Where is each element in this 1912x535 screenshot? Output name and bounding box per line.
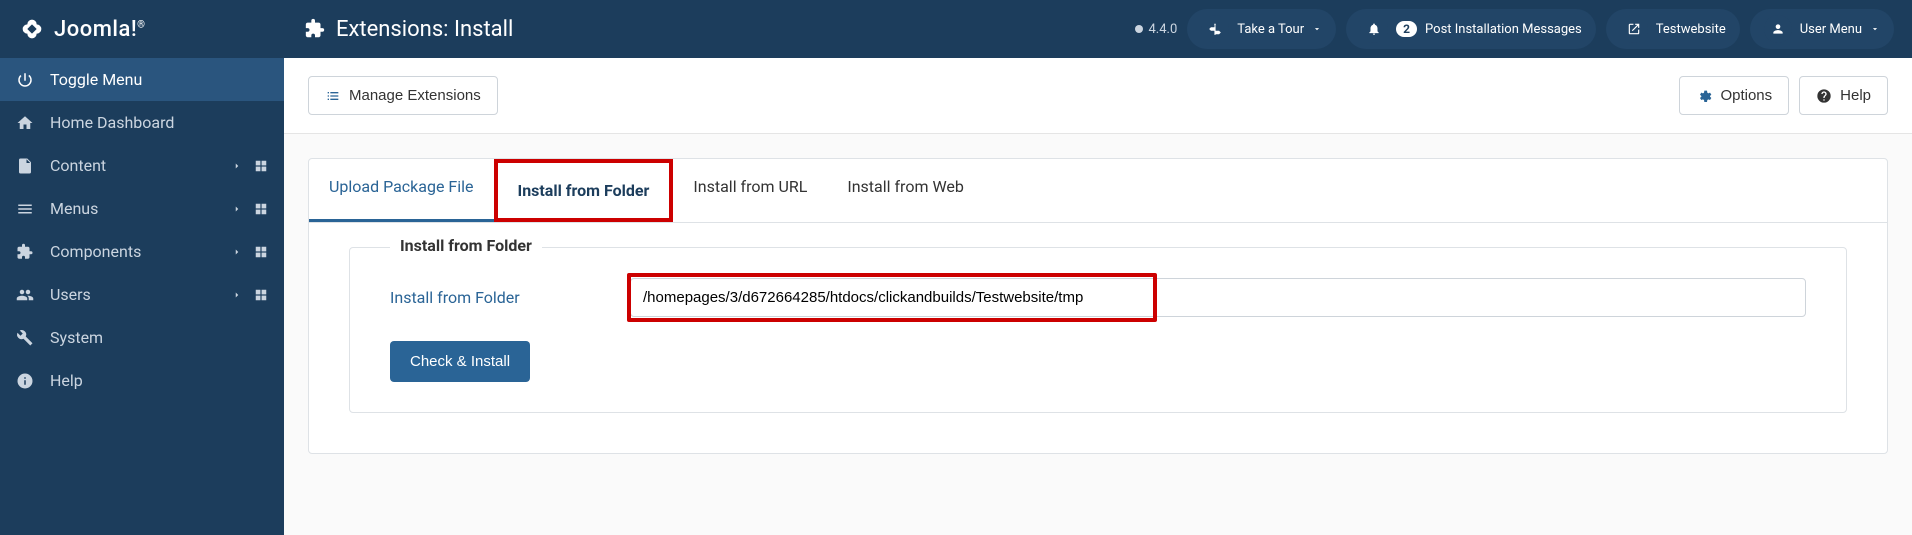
power-icon	[16, 71, 40, 89]
puzzle-icon	[304, 18, 326, 40]
bars-icon	[16, 200, 40, 218]
joomla-icon	[18, 15, 46, 43]
sidebar-item-content[interactable]: Content	[0, 144, 284, 187]
brand-logo[interactable]: Joomla!®	[0, 15, 284, 43]
install-card: Upload Package File Install from Folder …	[308, 158, 1888, 454]
tab-install-web[interactable]: Install from Web	[827, 159, 984, 222]
tab-install-folder[interactable]: Install from Folder	[494, 159, 674, 222]
grid-icon[interactable]	[254, 288, 268, 302]
install-fieldset: Install from Folder Install from Folder …	[349, 247, 1847, 413]
chevron-right-icon	[232, 204, 242, 214]
chevron-right-icon	[232, 161, 242, 171]
tab-upload-package[interactable]: Upload Package File	[309, 159, 494, 222]
joomla-small-icon	[1133, 23, 1145, 35]
chevron-right-icon	[232, 290, 242, 300]
chevron-down-icon	[1312, 24, 1322, 34]
take-tour-button[interactable]: Take a Tour	[1187, 9, 1336, 49]
brand-text: Joomla!®	[54, 17, 146, 42]
toggle-menu-button[interactable]: Toggle Menu	[0, 58, 284, 101]
file-icon	[16, 157, 40, 175]
toolbar: Manage Extensions Options Help	[284, 58, 1912, 134]
check-install-button[interactable]: Check & Install	[390, 341, 530, 382]
tabs: Upload Package File Install from Folder …	[309, 159, 1887, 223]
bell-icon	[1360, 15, 1388, 43]
options-button[interactable]: Options	[1679, 76, 1789, 115]
sidebar: Toggle Menu Home Dashboard Content Menus…	[0, 58, 284, 535]
grid-icon[interactable]	[254, 245, 268, 259]
fieldset-legend: Install from Folder	[390, 236, 542, 255]
sidebar-item-system[interactable]: System	[0, 316, 284, 359]
wrench-icon	[16, 329, 40, 347]
home-icon	[16, 114, 40, 132]
info-icon	[16, 372, 40, 390]
site-link[interactable]: Testwebsite	[1606, 9, 1740, 49]
sidebar-item-users[interactable]: Users	[0, 273, 284, 316]
sidebar-item-home[interactable]: Home Dashboard	[0, 101, 284, 144]
help-button[interactable]: Help	[1799, 76, 1888, 115]
page-title: Extensions: Install	[336, 17, 513, 42]
users-icon	[16, 286, 40, 304]
sidebar-item-help[interactable]: Help	[0, 359, 284, 402]
install-folder-input[interactable]	[630, 278, 1806, 317]
grid-icon[interactable]	[254, 159, 268, 173]
manage-extensions-button[interactable]: Manage Extensions	[308, 76, 498, 115]
notifications-button[interactable]: 2 Post Installation Messages	[1346, 9, 1596, 49]
user-icon	[1764, 15, 1792, 43]
list-icon	[325, 88, 341, 104]
tab-install-url[interactable]: Install from URL	[673, 159, 827, 222]
map-signs-icon	[1201, 15, 1229, 43]
chevron-right-icon	[232, 247, 242, 257]
external-link-icon	[1620, 15, 1648, 43]
user-menu-button[interactable]: User Menu	[1750, 9, 1894, 49]
puzzle-icon	[16, 243, 40, 261]
sidebar-item-menus[interactable]: Menus	[0, 187, 284, 230]
gear-icon	[1696, 88, 1712, 104]
install-folder-label: Install from Folder	[390, 288, 630, 307]
version-badge: 4.4.0	[1133, 22, 1178, 37]
grid-icon[interactable]	[254, 202, 268, 216]
sidebar-item-components[interactable]: Components	[0, 230, 284, 273]
chevron-down-icon	[1870, 24, 1880, 34]
question-icon	[1816, 88, 1832, 104]
